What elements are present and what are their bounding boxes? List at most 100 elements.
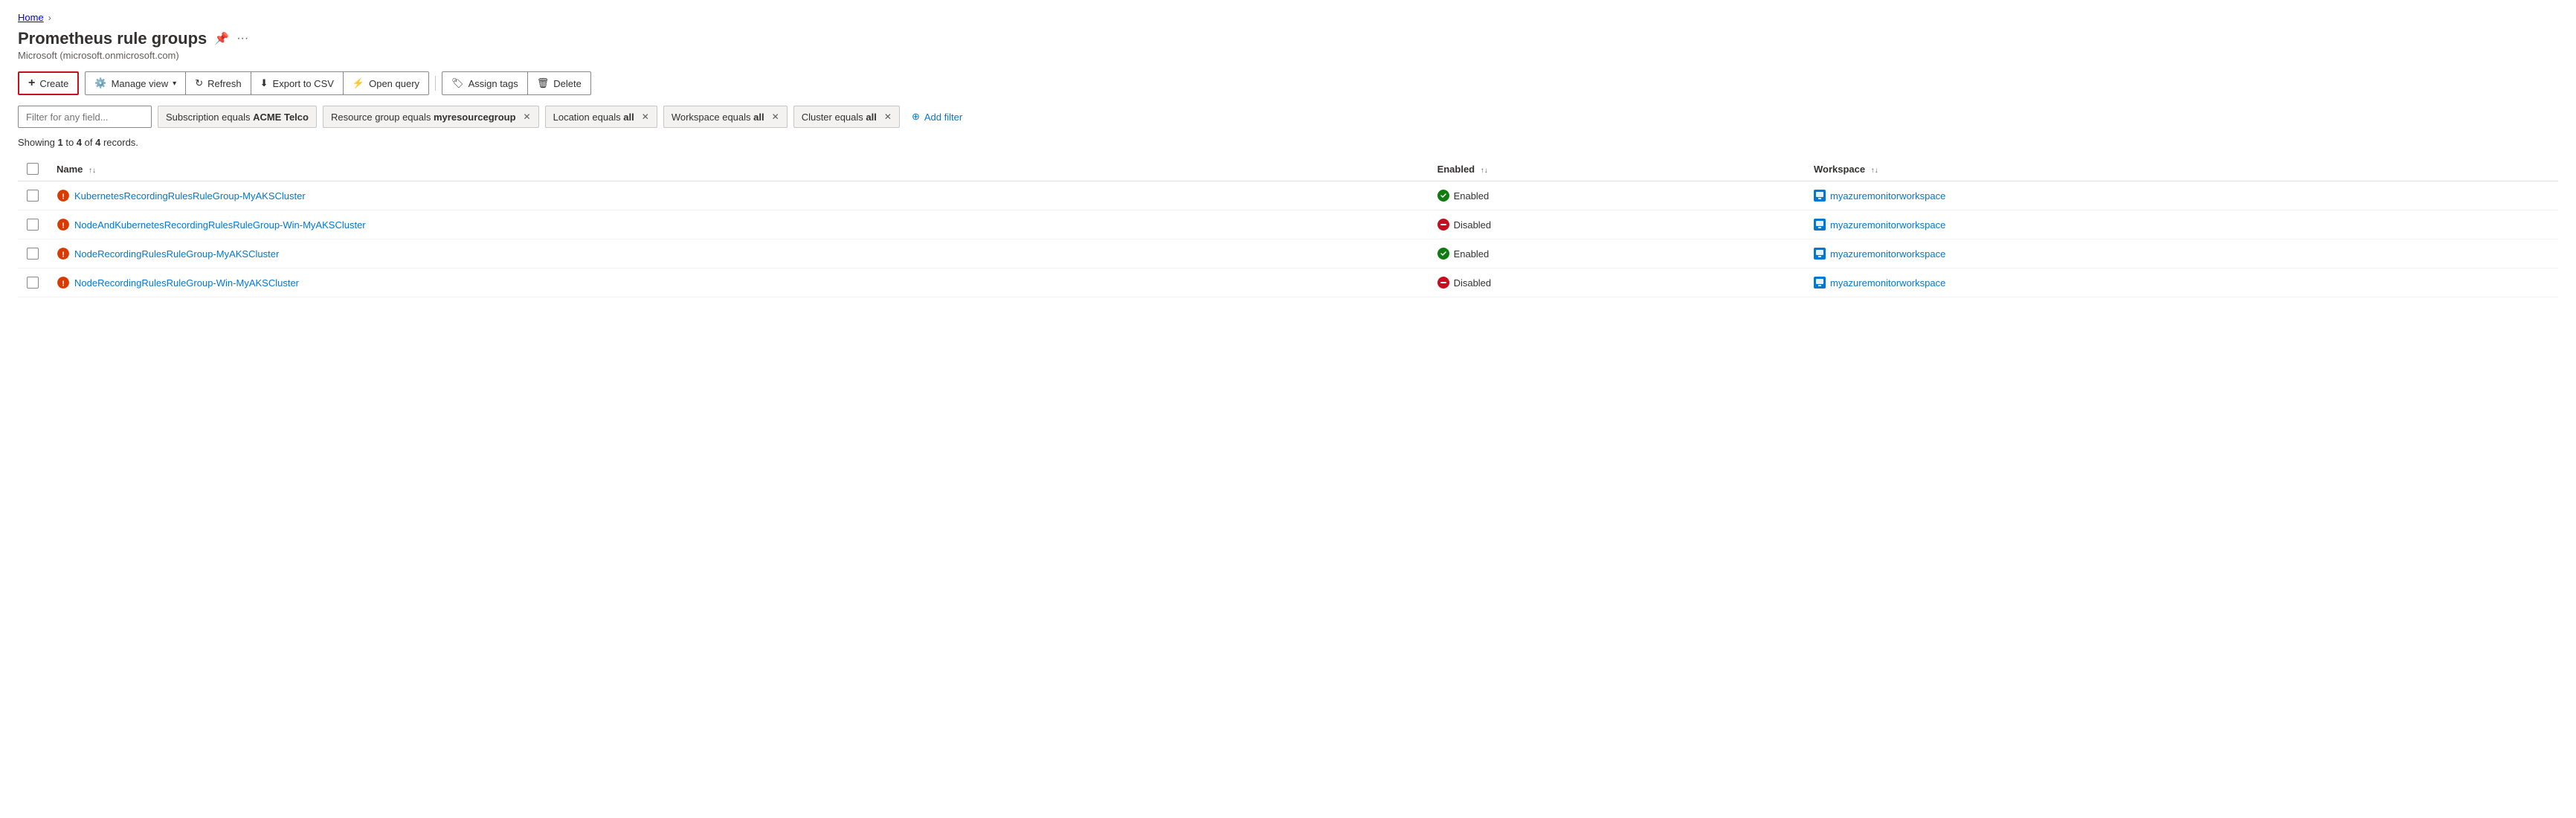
row-workspace-cell: myazuremonitorworkspace xyxy=(1805,181,2558,210)
header-workspace-label: Workspace xyxy=(1814,164,1865,175)
filter-chip-workspace: Workspace equals all ✕ xyxy=(663,106,788,128)
add-filter-label: Add filter xyxy=(924,112,962,123)
assign-tags-label: Assign tags xyxy=(468,78,518,89)
manage-view-group: ⚙️ Manage view ▾ ↻ Refresh ⬇ Export to C… xyxy=(85,71,429,95)
row-enabled-cell: Disabled xyxy=(1429,210,1805,239)
status-dot xyxy=(1437,277,1449,289)
pin-icon[interactable]: 📌 xyxy=(214,31,229,46)
table-row: ! NodeRecordingRulesRuleGroup-Win-MyAKSC… xyxy=(18,268,2558,297)
assign-tags-button[interactable]: 🏷 Assign tags xyxy=(442,71,527,95)
filter-chip-resource-group: Resource group equals myresourcegroup ✕ xyxy=(323,106,539,128)
row-checkbox-cell xyxy=(18,239,48,268)
row-checkbox[interactable] xyxy=(27,277,39,289)
breadcrumb-home[interactable]: Home xyxy=(18,12,44,23)
status-dot xyxy=(1437,219,1449,231)
add-filter-button[interactable]: ⊕ Add filter xyxy=(906,108,968,126)
page-subtitle: Microsoft (microsoft.onmicrosoft.com) xyxy=(18,50,2558,61)
chip-location-close[interactable]: ✕ xyxy=(642,112,649,122)
header-name-label: Name xyxy=(57,164,83,175)
manage-view-button[interactable]: ⚙️ Manage view ▾ xyxy=(85,71,185,95)
name-sort-icon[interactable]: ↑↓ xyxy=(88,167,96,175)
row-enabled-cell: Disabled xyxy=(1429,268,1805,297)
filter-chip-location: Location equals all ✕ xyxy=(545,106,657,128)
row-name-cell: ! NodeRecordingRulesRuleGroup-MyAKSClust… xyxy=(48,239,1429,268)
chip-resource-group-close[interactable]: ✕ xyxy=(524,112,531,122)
row-name-cell: ! NodeAndKubernetesRecordingRulesRuleGro… xyxy=(48,210,1429,239)
row-name-link[interactable]: NodeRecordingRulesRuleGroup-MyAKSCluster xyxy=(74,248,279,260)
page-title: Prometheus rule groups xyxy=(18,29,207,48)
workspace-icon xyxy=(1814,190,1826,202)
breadcrumb-separator: › xyxy=(48,13,51,23)
workspace-icon xyxy=(1814,219,1826,231)
row-name-link[interactable]: KubernetesRecordingRulesRuleGroup-MyAKSC… xyxy=(74,190,306,202)
row-workspace-link[interactable]: myazuremonitorworkspace xyxy=(1830,190,1945,202)
open-query-button[interactable]: ⚡ Open query xyxy=(343,71,429,95)
row-checkbox-cell xyxy=(18,181,48,210)
row-checkbox[interactable] xyxy=(27,219,39,231)
row-name-link[interactable]: NodeAndKubernetesRecordingRulesRuleGroup… xyxy=(74,219,366,231)
chip-subscription-label: Subscription equals ACME Telco xyxy=(166,112,309,123)
row-workspace-link[interactable]: myazuremonitorworkspace xyxy=(1830,248,1945,260)
chip-resource-group-label: Resource group equals myresourcegroup xyxy=(331,112,516,123)
filter-chip-subscription: Subscription equals ACME Telco xyxy=(158,106,317,128)
header-enabled-label: Enabled xyxy=(1437,164,1475,175)
breadcrumb: Home › xyxy=(18,12,2558,23)
refresh-icon: ↻ xyxy=(195,77,203,89)
row-checkbox[interactable] xyxy=(27,190,39,202)
chevron-down-icon: ▾ xyxy=(173,80,176,88)
delete-icon: 🗑 xyxy=(537,77,550,89)
row-workspace-cell: myazuremonitorworkspace xyxy=(1805,210,2558,239)
plus-icon: + xyxy=(28,77,35,90)
chip-workspace-close[interactable]: ✕ xyxy=(772,112,779,122)
row-checkbox-cell xyxy=(18,210,48,239)
export-csv-button[interactable]: ⬇ Export to CSV xyxy=(251,71,343,95)
filter-input[interactable] xyxy=(18,106,152,128)
row-name-link[interactable]: NodeRecordingRulesRuleGroup-Win-MyAKSClu… xyxy=(74,277,299,289)
header-enabled: Enabled ↑↓ xyxy=(1429,157,1805,181)
rule-groups-table: Name ↑↓ Enabled ↑↓ Workspace ↑↓ ! K xyxy=(18,157,2558,297)
workspace-sort-icon[interactable]: ↑↓ xyxy=(1871,167,1878,175)
chip-location-label: Location equals all xyxy=(553,112,634,123)
svg-text:!: ! xyxy=(62,193,64,202)
enabled-sort-icon[interactable]: ↑↓ xyxy=(1481,167,1488,175)
delete-label: Delete xyxy=(553,78,582,89)
header-name: Name ↑↓ xyxy=(48,157,1429,181)
refresh-label: Refresh xyxy=(207,78,242,89)
chip-cluster-label: Cluster equals all xyxy=(802,112,877,123)
more-options-icon[interactable]: ··· xyxy=(236,32,248,45)
svg-text:!: ! xyxy=(62,222,64,231)
row-enabled-cell: Enabled xyxy=(1429,239,1805,268)
filter-chip-cluster: Cluster equals all ✕ xyxy=(793,106,900,128)
row-workspace-link[interactable]: myazuremonitorworkspace xyxy=(1830,277,1945,289)
chip-workspace-label: Workspace equals all xyxy=(672,112,764,123)
select-all-checkbox[interactable] xyxy=(27,163,39,175)
page-title-row: Prometheus rule groups 📌 ··· xyxy=(18,29,2558,48)
table-row: ! NodeAndKubernetesRecordingRulesRuleGro… xyxy=(18,210,2558,239)
header-workspace: Workspace ↑↓ xyxy=(1805,157,2558,181)
row-workspace-link[interactable]: myazuremonitorworkspace xyxy=(1830,219,1945,231)
create-button[interactable]: + Create xyxy=(18,71,79,95)
table-row: ! NodeRecordingRulesRuleGroup-MyAKSClust… xyxy=(18,239,2558,268)
header-checkbox-col xyxy=(18,157,48,181)
manage-view-label: Manage view xyxy=(112,78,169,89)
rule-icon: ! xyxy=(57,276,70,289)
row-checkbox[interactable] xyxy=(27,248,39,260)
status-dot xyxy=(1437,190,1449,202)
toolbar: + Create ⚙️ Manage view ▾ ↻ Refresh ⬇ Ex… xyxy=(18,71,2558,95)
secondary-actions-group: 🏷 Assign tags 🗑 Delete xyxy=(442,71,591,95)
row-enabled-label: Disabled xyxy=(1454,277,1492,289)
add-filter-icon: ⊕ xyxy=(912,111,920,123)
chip-cluster-close[interactable]: ✕ xyxy=(884,112,892,122)
row-enabled-label: Disabled xyxy=(1454,219,1492,231)
delete-button[interactable]: 🗑 Delete xyxy=(527,71,591,95)
rule-icon: ! xyxy=(57,247,70,260)
rule-icon: ! xyxy=(57,189,70,202)
rule-icon: ! xyxy=(57,218,70,231)
table-header-row: Name ↑↓ Enabled ↑↓ Workspace ↑↓ xyxy=(18,157,2558,181)
refresh-button[interactable]: ↻ Refresh xyxy=(185,71,250,95)
tag-icon: 🏷 xyxy=(451,77,464,89)
row-enabled-label: Enabled xyxy=(1454,190,1490,202)
row-workspace-cell: myazuremonitorworkspace xyxy=(1805,239,2558,268)
workspace-icon xyxy=(1814,248,1826,260)
open-query-label: Open query xyxy=(369,78,419,89)
